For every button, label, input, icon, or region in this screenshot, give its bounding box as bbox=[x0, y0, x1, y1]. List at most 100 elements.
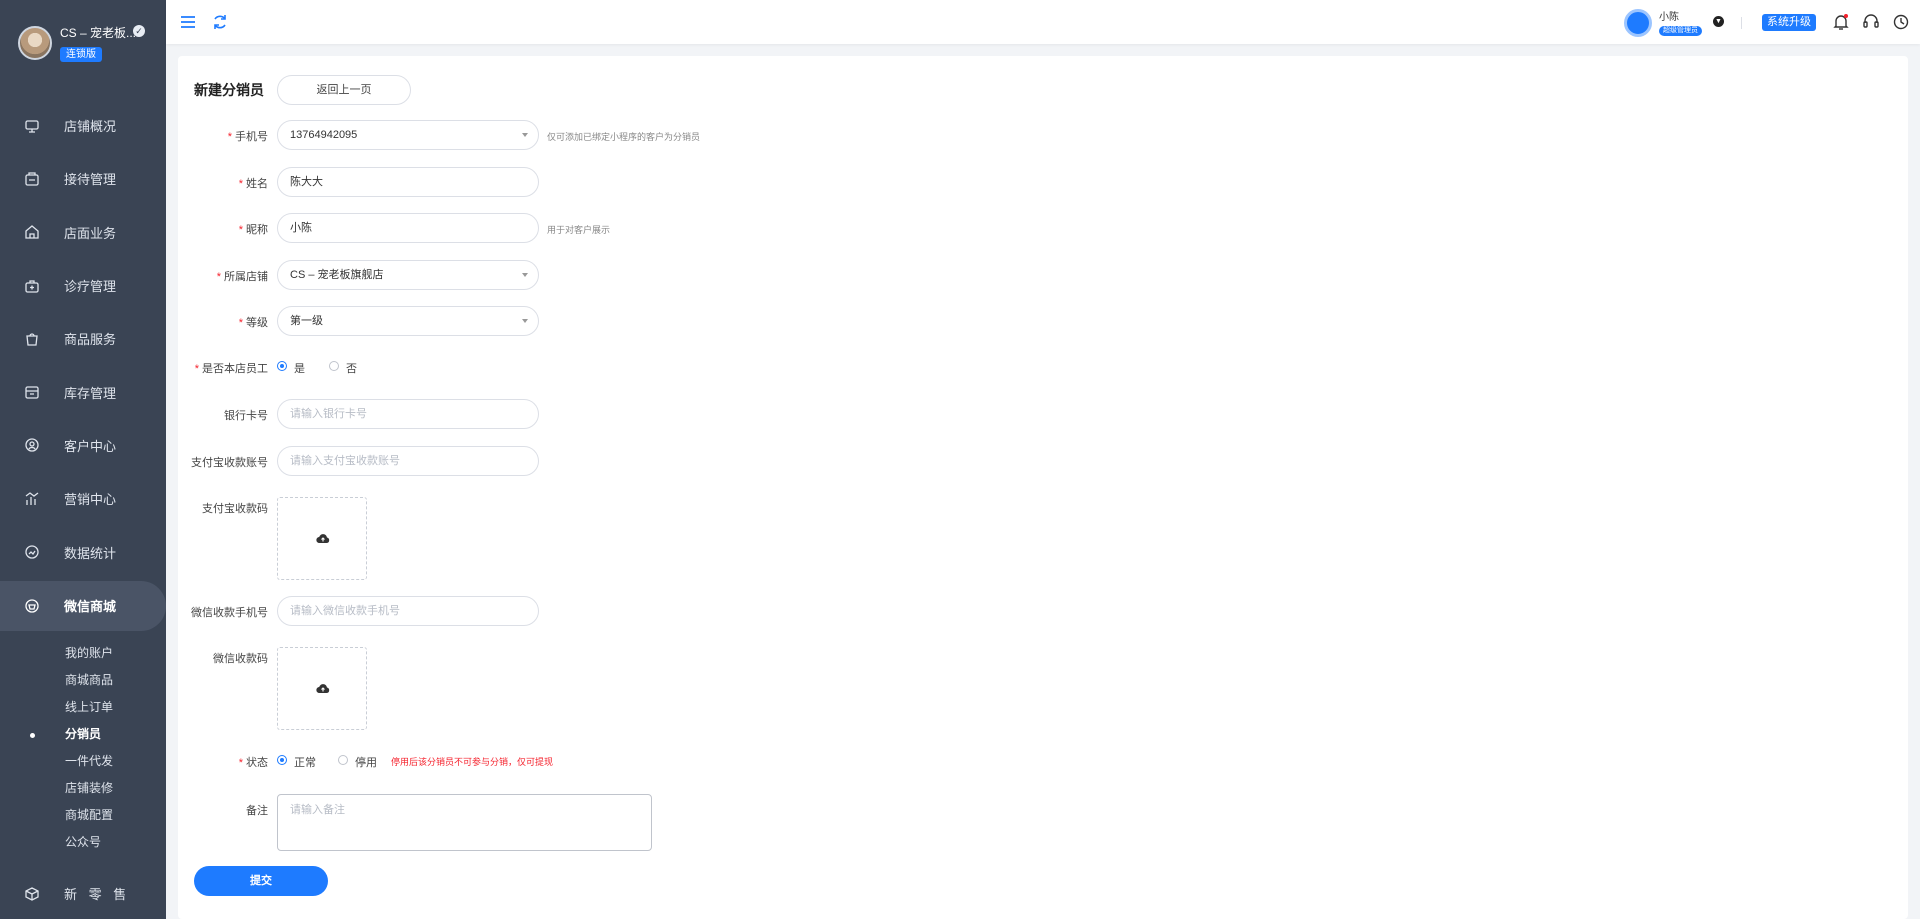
menu-item-inventory[interactable]: 库存管理 bbox=[0, 365, 166, 418]
nickname-label: * 昵称 bbox=[238, 224, 268, 236]
menu-item-wechat-mall[interactable]: 微信商城 bbox=[0, 580, 166, 631]
storefront-icon bbox=[25, 225, 39, 239]
user-dropdown-chevron-icon[interactable]: ▼ bbox=[1713, 16, 1724, 27]
topbar-divider bbox=[1741, 17, 1742, 29]
medical-kit-icon bbox=[25, 279, 39, 293]
level-label: * 等级 bbox=[238, 317, 268, 329]
phone-select[interactable]: 13764942095 bbox=[277, 120, 539, 150]
user-avatar[interactable] bbox=[1624, 9, 1652, 37]
submenu-online-orders[interactable]: 线上订单 bbox=[0, 694, 166, 721]
status-normal-label[interactable]: 正常 bbox=[294, 754, 316, 770]
menu-item-label: 商品服务 bbox=[64, 332, 117, 348]
alipay-account-input[interactable]: 请输入支付宝收款账号 bbox=[277, 446, 539, 476]
wechat-phone-input[interactable]: 请输入微信收款手机号 bbox=[277, 596, 539, 626]
top-bar: 小陈 超级管理员 ▼ 系统升级 bbox=[166, 0, 1920, 44]
phone-hint: 仅可添加已绑定小程序的客户为分销员 bbox=[547, 132, 701, 142]
is-staff-no-label[interactable]: 否 bbox=[346, 360, 357, 376]
submenu-mall-goods[interactable]: 商城商品 bbox=[0, 667, 166, 694]
alipay-code-label: 支付宝收款码 bbox=[202, 503, 268, 515]
shop-switch-chevron-icon[interactable]: ✓ bbox=[133, 25, 145, 37]
menu-item-store-overview[interactable]: 店铺概况 bbox=[0, 99, 166, 152]
cube-icon bbox=[25, 886, 39, 901]
menu-item-statistics[interactable]: 数据统计 bbox=[0, 525, 166, 578]
cloud-upload-icon bbox=[316, 684, 330, 694]
role-badge: 超级管理员 bbox=[1659, 26, 1702, 36]
menu-item-new-retail[interactable]: 新 零 售 bbox=[24, 884, 130, 903]
customer-icon bbox=[25, 438, 39, 453]
cloud-upload-icon bbox=[316, 534, 330, 544]
menu-item-label: 库存管理 bbox=[64, 385, 117, 401]
menu-item-medical[interactable]: 诊疗管理 bbox=[0, 259, 166, 312]
remark-label: 备注 bbox=[246, 805, 268, 817]
menu-item-label: 诊疗管理 bbox=[64, 279, 117, 295]
menu-item-label: 接待管理 bbox=[64, 172, 117, 188]
marketing-chart-icon bbox=[25, 491, 39, 505]
menu-item-label: 新 零 售 bbox=[64, 887, 131, 902]
status-disabled-label[interactable]: 停用 bbox=[355, 754, 377, 770]
menu-toggle-icon[interactable] bbox=[178, 12, 198, 32]
menu-item-store-business[interactable]: 店面业务 bbox=[0, 206, 166, 259]
notification-bell-icon[interactable] bbox=[1831, 12, 1851, 32]
shop-header[interactable]: CS – 宠老板... ✓ 连锁版 bbox=[0, 0, 166, 88]
status-normal-radio[interactable] bbox=[277, 755, 287, 765]
reception-icon bbox=[25, 172, 39, 186]
submit-button[interactable]: 提交 bbox=[194, 866, 328, 896]
submenu-distributors[interactable]: 分销员 bbox=[0, 721, 166, 748]
menu-item-label: 营销中心 bbox=[64, 492, 117, 508]
name-label: * 姓名 bbox=[238, 178, 268, 190]
submenu-store-decoration[interactable]: 店铺装修 bbox=[0, 775, 166, 802]
store-select[interactable]: CS – 宠老板旗舰店 bbox=[277, 260, 539, 290]
is-staff-label: * 是否本店员工 bbox=[194, 363, 268, 375]
status-label: * 状态 bbox=[238, 757, 268, 769]
main-menu: 店铺概况 接待管理 店面业务 诊疗管理 商品服务 库存管理 客户中心 营销中心 bbox=[0, 99, 166, 633]
wechat-mall-icon bbox=[25, 599, 39, 613]
submenu-my-account[interactable]: 我的账户 bbox=[0, 640, 166, 667]
menu-item-customer[interactable]: 客户中心 bbox=[0, 419, 166, 472]
remark-textarea[interactable]: 请输入备注 bbox=[277, 794, 652, 851]
submenu-dropshipping[interactable]: 一件代发 bbox=[0, 748, 166, 775]
customer-service-headset-icon[interactable] bbox=[1861, 12, 1881, 32]
user-name[interactable]: 小陈 bbox=[1659, 8, 1679, 23]
nickname-hint: 用于对客户展示 bbox=[547, 225, 611, 235]
system-upgrade-button[interactable]: 系统升级 bbox=[1762, 14, 1816, 31]
power-settings-icon[interactable] bbox=[1891, 12, 1911, 32]
sidebar: CS – 宠老板... ✓ 连锁版 店铺概况 接待管理 店面业务 诊疗管理 商品… bbox=[0, 0, 166, 919]
alipay-code-upload[interactable] bbox=[277, 497, 367, 580]
status-disabled-radio[interactable] bbox=[338, 755, 348, 765]
menu-item-label: 微信商城 bbox=[64, 599, 117, 615]
wechat-code-label: 微信收款码 bbox=[213, 653, 268, 665]
store-label: * 所属店铺 bbox=[216, 271, 268, 283]
menu-item-label: 数据统计 bbox=[64, 545, 117, 561]
phone-label: * 手机号 bbox=[227, 131, 268, 143]
wechat-code-upload[interactable] bbox=[277, 647, 367, 730]
is-staff-no-radio[interactable] bbox=[329, 361, 339, 371]
chevron-down-icon bbox=[522, 133, 528, 137]
back-button[interactable]: 返回上一页 bbox=[277, 75, 411, 105]
is-staff-yes-label[interactable]: 是 bbox=[294, 360, 305, 376]
menu-item-label: 店面业务 bbox=[64, 225, 117, 241]
monitor-icon bbox=[25, 119, 39, 133]
nickname-input[interactable]: 小陈 bbox=[277, 213, 539, 243]
status-hint: 停用后该分销员不可参与分销，仅可提现 bbox=[391, 757, 554, 767]
menu-item-goods[interactable]: 商品服务 bbox=[0, 312, 166, 365]
submenu-official-account[interactable]: 公众号 bbox=[0, 829, 166, 856]
shop-avatar[interactable] bbox=[18, 26, 52, 60]
menu-item-label: 店铺概况 bbox=[64, 119, 117, 135]
edition-badge: 连锁版 bbox=[60, 47, 102, 62]
chevron-down-icon bbox=[522, 273, 528, 277]
submenu-mall-config[interactable]: 商城配置 bbox=[0, 802, 166, 829]
level-select[interactable]: 第一级 bbox=[277, 306, 539, 336]
menu-item-marketing[interactable]: 营销中心 bbox=[0, 472, 166, 525]
name-input[interactable]: 陈大大 bbox=[277, 167, 539, 197]
menu-item-reception[interactable]: 接待管理 bbox=[0, 152, 166, 205]
refresh-icon[interactable] bbox=[210, 12, 230, 32]
shop-name[interactable]: CS – 宠老板... bbox=[60, 24, 136, 41]
bank-label: 银行卡号 bbox=[224, 410, 268, 422]
wechat-phone-label: 微信收款手机号 bbox=[191, 607, 268, 619]
page-title: 新建分销员 bbox=[194, 82, 264, 98]
inventory-icon bbox=[25, 386, 39, 399]
menu-item-label: 客户中心 bbox=[64, 438, 117, 454]
bank-card-input[interactable]: 请输入银行卡号 bbox=[277, 399, 539, 429]
wechat-mall-submenu: 我的账户 商城商品 线上订单 分销员 一件代发 店铺装修 商城配置 公众号 bbox=[0, 640, 166, 856]
is-staff-yes-radio[interactable] bbox=[277, 361, 287, 371]
